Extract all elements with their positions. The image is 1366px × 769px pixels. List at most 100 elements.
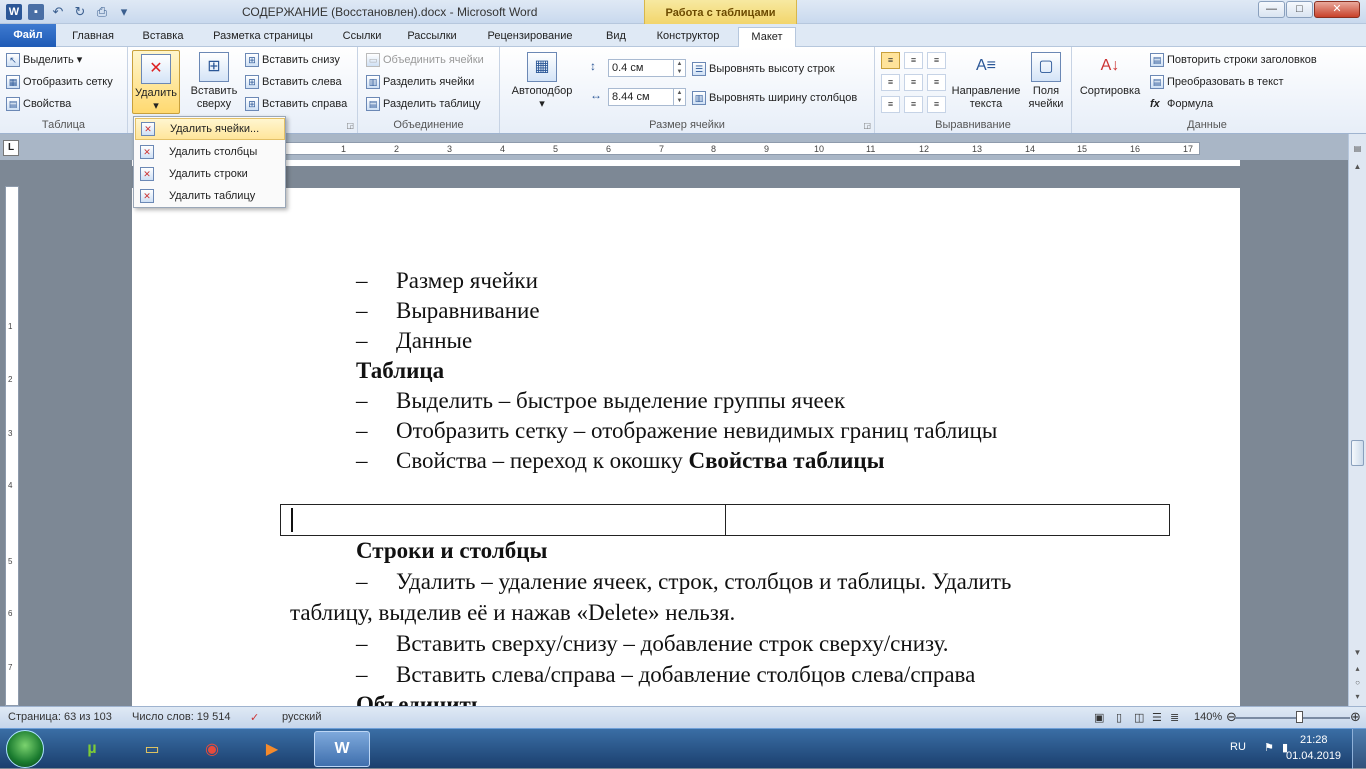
web-layout-icon[interactable]: ◫: [1134, 711, 1144, 724]
delete-table-item[interactable]: ✕ Удалить таблицу: [135, 185, 285, 207]
column-width-spinner[interactable]: ▲ ▼: [673, 89, 685, 105]
word-taskbar-icon[interactable]: W: [314, 731, 370, 767]
clock-time[interactable]: 21:28: [1300, 734, 1328, 746]
show-desktop-button[interactable]: [1352, 729, 1366, 769]
chrome-icon[interactable]: ◉: [184, 731, 240, 767]
tab-references[interactable]: Ссылки: [334, 27, 390, 47]
show-grid-button[interactable]: ▦ Отобразить сетку: [6, 72, 113, 92]
clock-date[interactable]: 01.04.2019: [1286, 750, 1341, 762]
tab-view[interactable]: Вид: [595, 27, 637, 47]
convert-to-text-button[interactable]: ▤ Преобразовать в текст: [1150, 72, 1284, 92]
align-middle-right-icon[interactable]: ≡: [927, 74, 946, 91]
print-layout-view-icon[interactable]: ▣: [1094, 711, 1104, 724]
align-middle-center-icon[interactable]: ≡: [904, 74, 923, 91]
tab-selector[interactable]: L: [3, 140, 19, 156]
repeat-header-rows-button[interactable]: ▤ Повторить строки заголовков: [1150, 50, 1317, 70]
file-explorer-icon[interactable]: ▭: [124, 731, 180, 767]
split-cells-button[interactable]: ▥ Разделить ячейки: [366, 72, 474, 92]
insert-below-button[interactable]: ⊞ Вставить снизу: [245, 50, 340, 70]
distribute-rows-button[interactable]: ☰ Выровнять высоту строк: [692, 59, 835, 79]
tab-home[interactable]: Главная: [62, 27, 124, 47]
delete-cells-item[interactable]: ✕ Удалить ячейки...: [135, 118, 285, 140]
align-bottom-right-icon[interactable]: ≡: [927, 96, 946, 113]
delete-rows-item[interactable]: ✕ Удалить строки: [135, 163, 285, 185]
horizontal-ruler[interactable]: 1 2 3 4 5 6 7 8 9 10 11 12 13 14 15 16 1…: [280, 142, 1200, 155]
close-button[interactable]: ✕: [1314, 1, 1360, 18]
redo-icon[interactable]: ↻: [72, 4, 88, 20]
merge-cells-button[interactable]: ▭ Объединить ячейки: [366, 50, 484, 70]
minimize-button[interactable]: —: [1258, 1, 1285, 18]
properties-button[interactable]: ▤ Свойства: [6, 94, 71, 114]
media-player-icon[interactable]: ▶: [244, 731, 300, 767]
align-top-center-icon[interactable]: ≡: [904, 52, 923, 69]
tray-flag-icon[interactable]: ⚑: [1264, 741, 1274, 754]
align-bottom-center-icon[interactable]: ≡: [904, 96, 923, 113]
insert-above-button[interactable]: ⊞ Вставить сверху: [186, 52, 242, 111]
ruler-number: 10: [814, 144, 825, 154]
dialog-launcher-icon[interactable]: ◲: [863, 121, 871, 130]
spelling-check-icon[interactable]: ✓: [250, 711, 259, 724]
row-height-spinner[interactable]: ▲ ▼: [673, 60, 685, 76]
delete-button[interactable]: ✕ Удалить ▾: [132, 50, 180, 114]
vertical-scrollbar[interactable]: ▤ ▲ ▼ ▴ ○ ▾: [1348, 134, 1366, 706]
outline-view-icon[interactable]: ☰: [1152, 711, 1162, 724]
customize-qat-icon[interactable]: ▾: [116, 4, 132, 20]
full-screen-reading-icon[interactable]: ▯: [1116, 711, 1122, 724]
ruler-toggle-icon[interactable]: ▤: [1351, 144, 1364, 157]
insert-right-button[interactable]: ⊞ Вставить справа: [245, 94, 347, 114]
cell-margins-button[interactable]: ▢ Поля ячейки: [1025, 52, 1067, 111]
print-preview-icon[interactable]: ⎙: [94, 4, 110, 20]
select-button[interactable]: ↖ Выделить ▾: [6, 50, 82, 70]
tab-mailings[interactable]: Рассылки: [400, 27, 464, 47]
utorrent-icon[interactable]: µ: [64, 731, 120, 767]
browse-object-icon[interactable]: ○: [1351, 678, 1364, 691]
table-cell[interactable]: [726, 505, 1169, 535]
align-top-right-icon[interactable]: ≡: [927, 52, 946, 69]
tab-layout[interactable]: Макет: [738, 27, 796, 48]
previous-page-icon[interactable]: ▴: [1351, 664, 1364, 677]
dialog-launcher-icon[interactable]: ◲: [346, 121, 354, 130]
tab-insert[interactable]: Вставка: [134, 27, 192, 47]
page-count[interactable]: Страница: 63 из 103: [8, 711, 112, 723]
undo-icon[interactable]: ↶: [50, 4, 66, 20]
zoom-level[interactable]: 140%: [1194, 711, 1222, 723]
title-bar: W ▪ ↶ ↻ ⎙ ▾ СОДЕРЖАНИЕ (Восстановлен).do…: [0, 0, 1366, 24]
row-height-input[interactable]: 0.4 см ▲ ▼: [608, 59, 686, 77]
zoom-slider[interactable]: [1235, 717, 1350, 719]
tab-page-layout[interactable]: Разметка страницы: [203, 27, 323, 47]
scroll-thumb[interactable]: [1351, 440, 1364, 466]
vertical-ruler[interactable]: 1 2 3 4 5 6 7: [5, 186, 19, 706]
document-page[interactable]: – Размер ячейки – Выравнивание – Данные Таб…: [132, 188, 1240, 706]
document-area[interactable]: – Размер ячейки – Выравнивание – Данные Таб…: [22, 160, 1347, 706]
next-page-icon[interactable]: ▾: [1351, 692, 1364, 705]
zoom-in-icon[interactable]: ⊕: [1350, 709, 1361, 725]
scroll-down-arrow-icon[interactable]: ▼: [1351, 648, 1364, 661]
tab-review[interactable]: Рецензирование: [477, 27, 583, 47]
maximize-button[interactable]: □: [1286, 1, 1313, 18]
sort-button[interactable]: A↓ Сортировка: [1076, 52, 1144, 98]
save-icon[interactable]: ▪: [28, 4, 44, 20]
insert-left-button[interactable]: ⊞ Вставить слева: [245, 72, 342, 92]
draft-view-icon[interactable]: ≣: [1170, 711, 1179, 724]
align-middle-left-icon[interactable]: ≡: [881, 74, 900, 91]
text-direction-button[interactable]: A≡ Направление текста: [948, 52, 1024, 111]
start-button[interactable]: [6, 730, 44, 768]
keyboard-language[interactable]: RU: [1230, 741, 1246, 753]
delete-columns-item[interactable]: ✕ Удалить столбцы: [135, 141, 285, 163]
document-table[interactable]: [280, 504, 1170, 536]
split-table-button[interactable]: ▤ Разделить таблицу: [366, 94, 481, 114]
autofit-button[interactable]: ▦ Автоподбор ▾: [506, 52, 578, 111]
distribute-columns-button[interactable]: ▥ Выровнять ширину столбцов: [692, 88, 857, 108]
align-top-left-icon[interactable]: ≡: [881, 52, 900, 69]
zoom-slider-thumb[interactable]: [1296, 711, 1303, 723]
word-count[interactable]: Число слов: 19 514: [132, 711, 230, 723]
language[interactable]: русский: [282, 711, 321, 723]
tab-file[interactable]: Файл: [0, 24, 56, 47]
tab-design[interactable]: Конструктор: [646, 27, 730, 47]
column-width-input[interactable]: 8.44 см ▲ ▼: [608, 88, 686, 106]
word-logo-icon[interactable]: W: [6, 4, 22, 20]
formula-button[interactable]: fx Формула: [1150, 94, 1213, 114]
scroll-up-arrow-icon[interactable]: ▲: [1351, 162, 1364, 175]
align-bottom-left-icon[interactable]: ≡: [881, 96, 900, 113]
table-cell[interactable]: [281, 505, 726, 535]
